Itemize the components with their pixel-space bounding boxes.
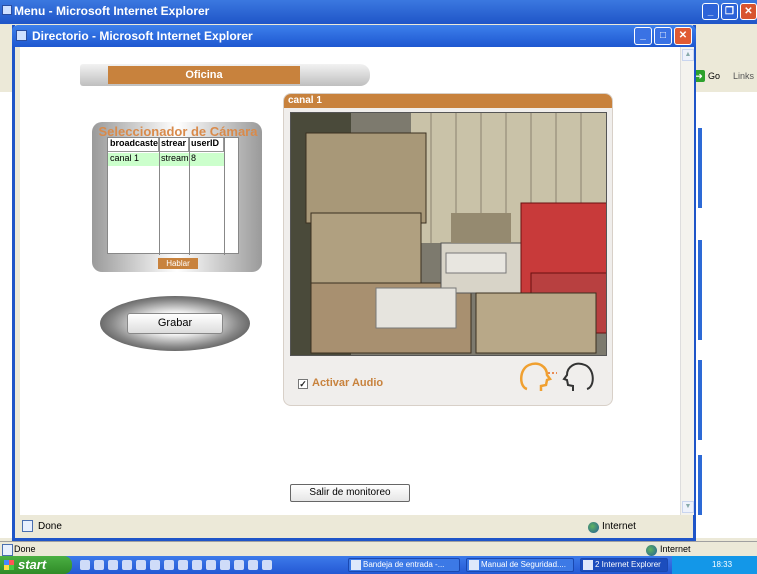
windows-flag-icon <box>4 560 14 570</box>
quick-launch-icon[interactable] <box>108 560 118 570</box>
camera-selector: Seleccionador de Cámara broadcaste strea… <box>92 122 262 272</box>
column-header[interactable]: strear <box>159 138 189 152</box>
quick-launch-icon[interactable] <box>248 560 258 570</box>
audio-label: Activar Audio <box>312 377 384 389</box>
close-icon[interactable]: ✕ <box>740 3 757 20</box>
restore-icon[interactable]: ❐ <box>721 3 738 20</box>
inner-window-titlebar[interactable]: Directorio - Microsoft Internet Explorer… <box>12 25 696 47</box>
page-accent-bar <box>698 360 702 440</box>
quick-launch-icon[interactable] <box>136 560 146 570</box>
quick-launch-icon[interactable] <box>192 560 202 570</box>
scroll-up-icon[interactable]: ▲ <box>682 49 694 61</box>
go-button[interactable]: ➜ Go Links <box>693 70 754 82</box>
table-cell: 8 <box>191 153 197 163</box>
ie-icon <box>16 30 27 41</box>
talk-button[interactable]: Hablar <box>158 258 198 269</box>
inner-status-bar: Done Internet <box>20 518 692 535</box>
quick-launch-icon[interactable] <box>234 560 244 570</box>
taskbar-item-mail[interactable]: Bandeja de entrada -... <box>348 558 460 572</box>
outer-zone-label: Internet <box>660 544 691 554</box>
column-header[interactable]: broadcaste <box>108 138 159 152</box>
minimize-icon[interactable]: _ <box>634 27 652 45</box>
taskbar-item-ie[interactable]: 2 Internet Explorer <box>580 558 668 572</box>
close-icon[interactable]: ✕ <box>674 27 692 45</box>
quick-launch-icon[interactable] <box>220 560 230 570</box>
quick-launch <box>80 560 272 570</box>
camera-feed <box>290 112 607 356</box>
outer-zone: Internet <box>646 544 691 556</box>
taskbar-item-label: Bandeja de entrada -... <box>363 560 445 569</box>
table-cell: stream <box>161 153 189 163</box>
audio-checkbox[interactable]: ✓ <box>298 379 308 389</box>
outer-status-text: Done <box>14 544 36 554</box>
camera-table: broadcaste strear userID canal 1 stream … <box>107 137 239 255</box>
system-tray: 18:33 <box>672 556 757 574</box>
globe-icon <box>588 522 599 533</box>
ie-icon <box>2 5 12 15</box>
taskbar-item-label: Manual de Seguridad.... <box>481 560 566 569</box>
camera-panel: canal 1 ✓ Activar Audio <box>283 93 613 406</box>
taskbar-item-label: 2 Internet Explorer <box>595 560 661 569</box>
minimize-icon[interactable]: _ <box>702 3 719 20</box>
outer-status-bar: Done Internet <box>0 541 757 556</box>
taskbar: start Bandeja de entrada -... Manual de … <box>0 556 757 574</box>
column-divider <box>159 138 160 255</box>
start-button[interactable]: start <box>0 556 72 574</box>
quick-launch-icon[interactable] <box>122 560 132 570</box>
talk-icon[interactable] <box>517 359 597 396</box>
column-header[interactable]: userID <box>189 138 224 152</box>
inner-zone-label: Internet <box>602 521 636 532</box>
ie-icon <box>583 560 593 570</box>
page-accent-bar <box>698 240 702 340</box>
column-divider <box>224 138 225 255</box>
scroll-down-icon[interactable]: ▼ <box>682 501 694 513</box>
audio-toggle[interactable]: ✓ Activar Audio <box>298 377 383 389</box>
quick-launch-icon[interactable] <box>94 560 104 570</box>
start-label: start <box>18 557 47 572</box>
document-icon <box>469 560 479 570</box>
quick-launch-icon[interactable] <box>80 560 90 570</box>
column-divider <box>189 138 190 255</box>
go-label: Go <box>708 71 721 81</box>
inner-page: Oficina Seleccionador de Cámara broadcas… <box>20 47 684 515</box>
outer-window-title: Menu - Microsoft Internet Explorer <box>14 4 210 18</box>
quick-launch-icon[interactable] <box>164 560 174 570</box>
vertical-scrollbar[interactable]: ▲ ▼ <box>680 47 694 515</box>
globe-icon <box>646 545 657 556</box>
table-cell: canal 1 <box>110 153 140 163</box>
quick-launch-icon[interactable] <box>262 560 272 570</box>
maximize-icon[interactable]: □ <box>654 27 672 45</box>
record-button[interactable]: Grabar <box>127 313 223 334</box>
quick-launch-icon[interactable] <box>178 560 188 570</box>
exit-monitoring-button[interactable]: Salir de monitoreo <box>290 484 410 502</box>
clock: 18:33 <box>712 560 733 569</box>
quick-launch-icon[interactable] <box>150 560 160 570</box>
section-tab: Oficina <box>80 64 370 86</box>
page-accent-bar <box>698 455 702 515</box>
mail-icon <box>351 560 361 570</box>
quick-launch-icon[interactable] <box>206 560 216 570</box>
page-accent-bar <box>698 128 702 208</box>
section-tab-label: Oficina <box>108 66 300 84</box>
links-label[interactable]: Links <box>733 71 754 81</box>
inner-zone: Internet <box>588 521 636 533</box>
page-icon <box>22 520 33 532</box>
inner-window-title: Directorio - Microsoft Internet Explorer <box>32 29 253 43</box>
inner-status-text: Done <box>38 521 62 532</box>
outer-window-titlebar[interactable]: Menu - Microsoft Internet Explorer _ ❐ ✕ <box>0 0 757 24</box>
taskbar-item-manual[interactable]: Manual de Seguridad.... <box>466 558 574 572</box>
camera-title: canal 1 <box>284 94 612 108</box>
page-icon <box>2 544 13 556</box>
